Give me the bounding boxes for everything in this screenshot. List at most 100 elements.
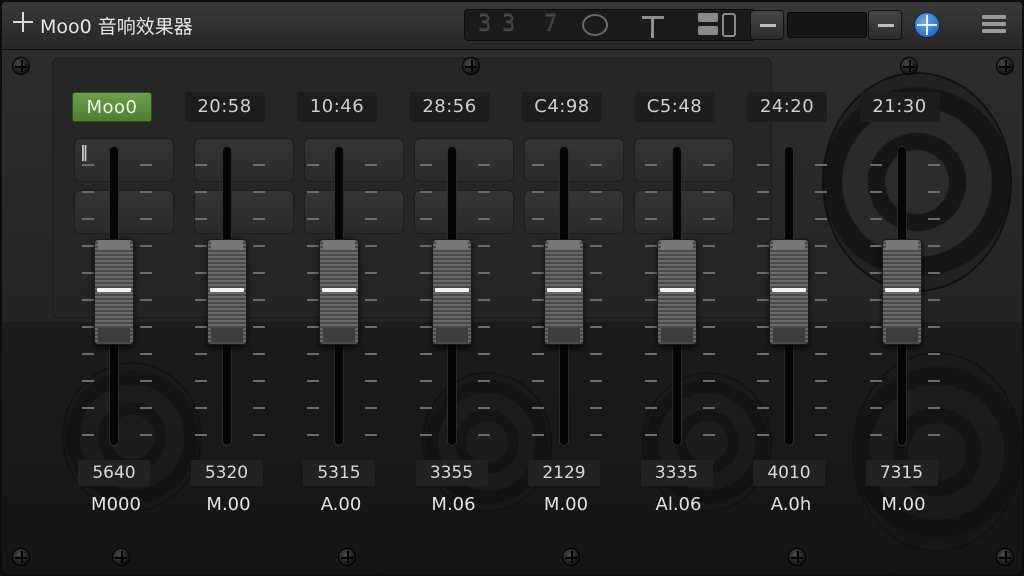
screw-icon bbox=[12, 57, 30, 75]
scale-tick bbox=[252, 272, 265, 274]
scale-tick bbox=[927, 164, 940, 166]
scale-tick bbox=[140, 164, 152, 166]
fader-indicator-line bbox=[659, 288, 694, 292]
fader-indicator-line bbox=[209, 288, 244, 292]
fader-knob[interactable] bbox=[206, 239, 247, 345]
scale-tick bbox=[307, 218, 319, 220]
screw-icon bbox=[12, 548, 30, 566]
channel-label: M000 bbox=[91, 494, 141, 515]
channel-strip: 20:58 5320 M.00 bbox=[173, 54, 285, 534]
scale-tick bbox=[477, 299, 490, 301]
fader-knob[interactable] bbox=[544, 239, 584, 345]
channel-label: M.00 bbox=[206, 494, 251, 515]
plus-icon[interactable] bbox=[12, 11, 34, 33]
channel-value: 5320 bbox=[190, 460, 263, 486]
scale-tick bbox=[140, 326, 152, 328]
scale-tick bbox=[590, 353, 602, 355]
scale-tick bbox=[365, 218, 377, 220]
channel-display: 10:46 bbox=[297, 92, 377, 122]
scale-tick bbox=[82, 407, 94, 409]
scale-tick bbox=[252, 353, 265, 355]
scale-tick bbox=[252, 407, 265, 409]
scale-tick bbox=[307, 380, 319, 382]
fader-indicator-line bbox=[772, 288, 806, 292]
scale-tick bbox=[869, 245, 882, 247]
scale-tick bbox=[644, 164, 657, 166]
scale-tick bbox=[365, 164, 377, 166]
stack-icon[interactable] bbox=[698, 13, 718, 37]
scale-tick bbox=[365, 299, 377, 301]
channel-value: 3335 bbox=[640, 460, 713, 486]
scale-tick bbox=[194, 191, 207, 193]
scale-tick bbox=[477, 380, 490, 382]
fader-grip bbox=[98, 328, 130, 342]
scale-tick bbox=[702, 380, 715, 382]
scale-tick bbox=[140, 245, 152, 247]
fader-knob[interactable] bbox=[94, 239, 134, 345]
fader-knob[interactable] bbox=[881, 239, 922, 345]
scale-tick bbox=[82, 380, 94, 382]
scale-tick bbox=[477, 407, 490, 409]
scale-tick bbox=[532, 380, 544, 382]
scale-tick bbox=[477, 353, 490, 355]
scale-tick bbox=[927, 434, 940, 436]
channel-value: 4010 bbox=[753, 460, 825, 486]
fader-knob[interactable] bbox=[656, 239, 697, 345]
scale-tick bbox=[252, 380, 265, 382]
scale-tick bbox=[644, 380, 657, 382]
decrease-button[interactable] bbox=[868, 10, 902, 40]
scale-tick bbox=[365, 326, 377, 328]
scale-tick bbox=[365, 434, 377, 436]
fader-knob[interactable] bbox=[769, 239, 809, 345]
globe-icon[interactable] bbox=[914, 12, 940, 38]
scale-tick bbox=[307, 191, 319, 193]
channel-display: C4:98 bbox=[522, 92, 602, 122]
scale-tick bbox=[869, 326, 882, 328]
scale-tick bbox=[590, 272, 602, 274]
scale-tick bbox=[140, 218, 152, 220]
scale-tick bbox=[194, 164, 207, 166]
channel-strip: C5:48 3335 Al.06 bbox=[623, 54, 735, 534]
decrease-button[interactable] bbox=[750, 10, 784, 40]
scale-tick bbox=[532, 272, 544, 274]
scale-tick bbox=[869, 218, 882, 220]
scale-tick bbox=[815, 380, 827, 382]
scale-tick bbox=[927, 380, 940, 382]
scale-tick bbox=[365, 245, 377, 247]
channel-strip: Moo0 ‖ 5640 M000 bbox=[60, 54, 172, 534]
channel-strip: 10:46 5315 A.00 bbox=[285, 54, 397, 534]
channel-display[interactable]: Moo0 bbox=[72, 92, 152, 122]
screw-icon bbox=[788, 548, 806, 566]
bar-icon[interactable] bbox=[722, 13, 736, 37]
scale-tick bbox=[644, 434, 657, 436]
scale-tick bbox=[82, 164, 94, 166]
menu-icon[interactable] bbox=[978, 12, 1010, 38]
scale-tick bbox=[307, 164, 319, 166]
scale-tick bbox=[702, 326, 715, 328]
scale-tick bbox=[82, 272, 94, 274]
scale-tick bbox=[815, 245, 827, 247]
channel-strip: 21:30 7315 M.00 bbox=[848, 54, 960, 534]
scale-tick bbox=[869, 272, 882, 274]
scale-tick bbox=[194, 353, 207, 355]
crosshair-icon[interactable] bbox=[638, 12, 668, 40]
scale-tick bbox=[757, 353, 769, 355]
eye-icon[interactable] bbox=[582, 14, 608, 36]
scale-tick bbox=[419, 164, 432, 166]
scale-tick bbox=[252, 218, 265, 220]
scale-tick bbox=[477, 164, 490, 166]
scale-tick bbox=[419, 353, 432, 355]
channel-label: A.0h bbox=[770, 494, 812, 515]
app-title: Moo0 音响效果器 bbox=[40, 16, 193, 38]
minus-icon bbox=[878, 24, 894, 27]
scale-tick bbox=[927, 245, 940, 247]
scale-tick bbox=[532, 191, 544, 193]
fader-knob[interactable] bbox=[319, 239, 359, 345]
scale-tick bbox=[194, 434, 207, 436]
fader-knob[interactable] bbox=[431, 239, 472, 345]
scale-tick bbox=[419, 326, 432, 328]
fader-indicator-line bbox=[97, 288, 131, 292]
scale-tick bbox=[757, 164, 769, 166]
value-field[interactable] bbox=[787, 12, 867, 38]
title-bar: Moo0 音响效果器 3 3 7 bbox=[2, 2, 1022, 50]
